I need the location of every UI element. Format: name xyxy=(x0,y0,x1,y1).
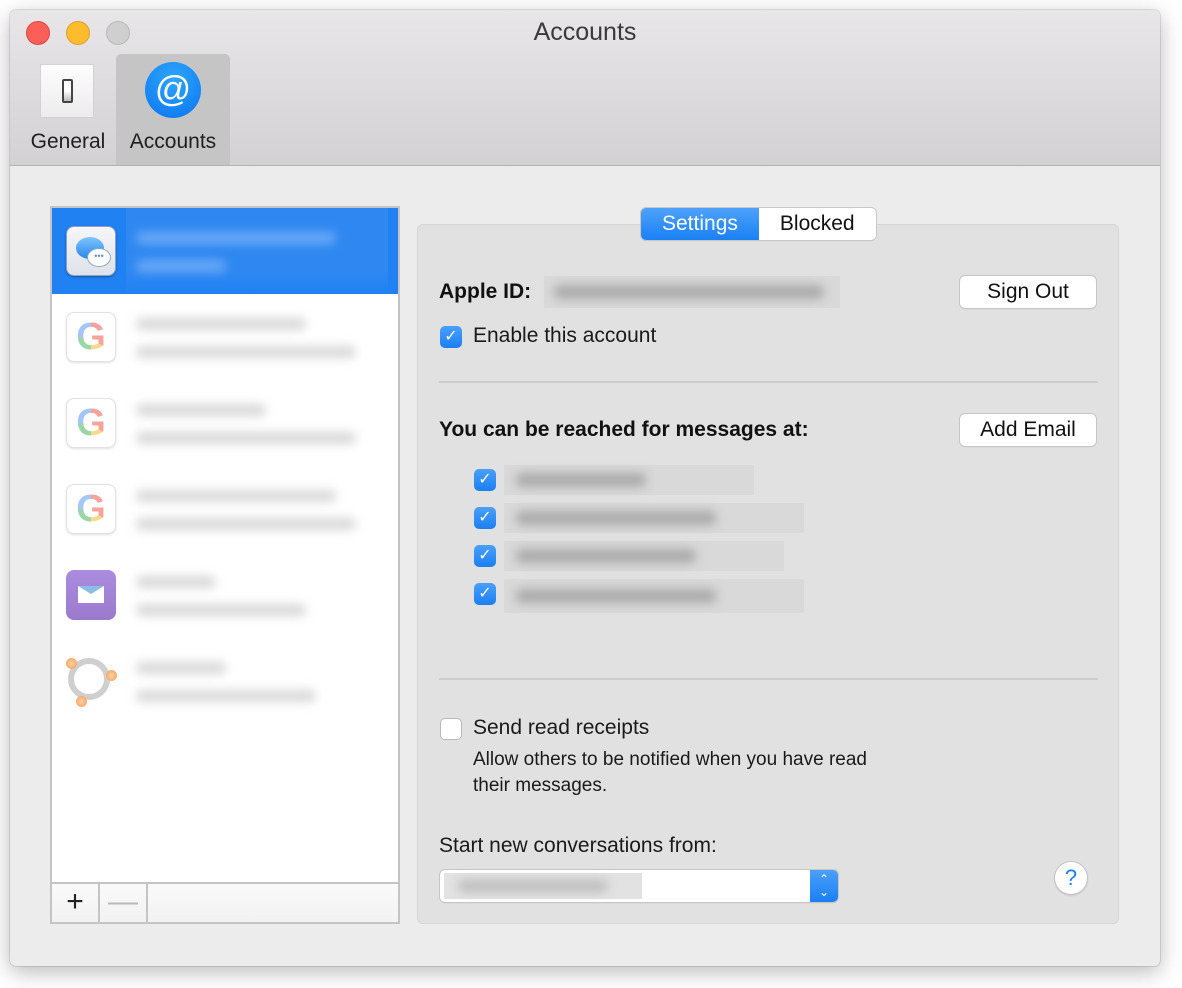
sign-out-button[interactable]: Sign Out xyxy=(960,276,1096,308)
reach-address-checkbox[interactable]: ✓ xyxy=(474,469,496,491)
toolbar-tab-label: General xyxy=(30,130,106,153)
account-name xyxy=(126,208,388,294)
enable-account-checkbox[interactable]: ✓ xyxy=(440,326,462,348)
bonjour-icon xyxy=(66,656,117,707)
account-row[interactable]: ••• xyxy=(52,208,398,294)
read-receipts-description-line2: their messages. xyxy=(473,775,608,796)
account-name xyxy=(126,380,388,466)
account-name xyxy=(126,552,388,638)
divider xyxy=(439,381,1098,383)
account-name xyxy=(126,466,388,552)
start-from-select[interactable]: ⌃ ⌄ xyxy=(440,870,838,902)
toolbar: Accounts General @ Accounts xyxy=(10,10,1160,166)
reach-address xyxy=(504,503,804,533)
toolbar-tab-general[interactable]: General xyxy=(14,54,122,165)
add-account-button[interactable]: + xyxy=(52,884,100,922)
mail-icon xyxy=(66,570,116,620)
account-name xyxy=(126,638,388,724)
remove-account-button[interactable]: — xyxy=(100,884,148,922)
account-row[interactable]: G xyxy=(52,466,398,552)
account-name xyxy=(126,294,388,380)
reach-address xyxy=(504,465,754,495)
divider xyxy=(439,678,1098,680)
messages-icon: ••• xyxy=(66,226,116,276)
account-row[interactable]: G xyxy=(52,294,398,380)
add-email-button[interactable]: Add Email xyxy=(960,414,1096,446)
tab-blocked[interactable]: Blocked xyxy=(758,208,876,240)
reach-address-checkbox[interactable]: ✓ xyxy=(474,583,496,605)
apple-id-label: Apple ID: xyxy=(439,280,532,303)
help-button[interactable]: ? xyxy=(1055,862,1087,894)
google-icon: G xyxy=(66,312,116,362)
reach-address xyxy=(504,579,804,613)
account-row[interactable]: G xyxy=(52,380,398,466)
reach-address xyxy=(504,541,784,571)
apple-id-value xyxy=(544,276,840,308)
read-receipts-description-line1: Allow others to be notified when you hav… xyxy=(473,749,867,770)
start-from-label: Start new conversations from: xyxy=(439,834,717,857)
tab-bar: Settings Blocked xyxy=(641,208,876,240)
at-sign-icon: @ xyxy=(145,62,201,118)
enable-account-label: Enable this account xyxy=(473,324,657,347)
google-icon: G xyxy=(66,398,116,448)
reach-address-checkbox[interactable]: ✓ xyxy=(474,545,496,567)
google-icon: G xyxy=(66,484,116,534)
account-row[interactable] xyxy=(52,638,398,724)
toolbar-tab-accounts[interactable]: @ Accounts xyxy=(116,54,230,165)
toolbar-tab-label: Accounts xyxy=(129,130,217,153)
list-footer: + — xyxy=(52,882,398,922)
account-row[interactable] xyxy=(52,552,398,638)
read-receipts-label: Send read receipts xyxy=(473,716,650,739)
reach-label: You can be reached for messages at: xyxy=(439,418,809,441)
chevron-up-down-icon: ⌃ ⌄ xyxy=(810,870,838,902)
accounts-list[interactable]: ••• G G G + — xyxy=(50,206,400,924)
window-title: Accounts xyxy=(533,18,637,46)
tab-settings[interactable]: Settings xyxy=(641,208,759,240)
reach-address-checkbox[interactable]: ✓ xyxy=(474,507,496,529)
switch-icon xyxy=(40,64,94,118)
preferences-window: Accounts General @ Accounts ••• G G G + … xyxy=(10,10,1160,966)
start-from-value xyxy=(444,873,642,899)
read-receipts-checkbox[interactable] xyxy=(440,718,462,740)
